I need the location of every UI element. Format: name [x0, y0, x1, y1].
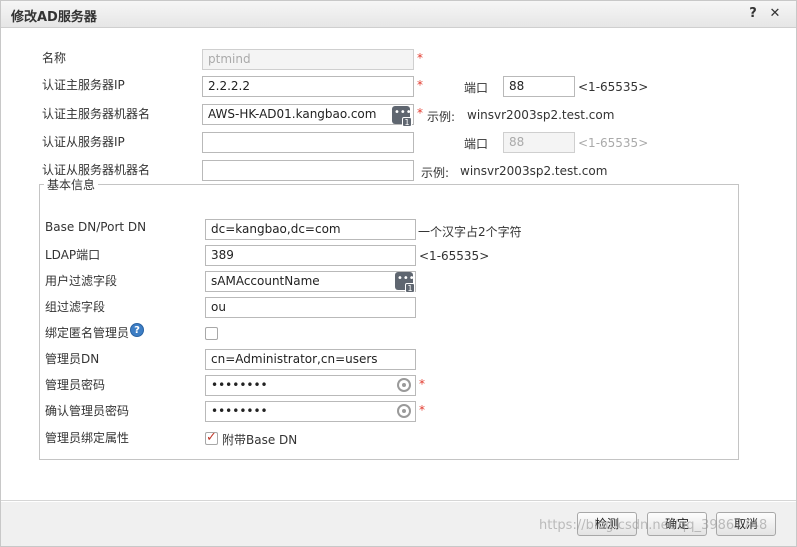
- secondary-port-label: 端口: [464, 137, 489, 151]
- confirm-password-input[interactable]: ••••••••: [205, 401, 416, 422]
- admin-password-required-mark: *: [419, 377, 425, 391]
- watermark-text: https://blog.csdn.net/qq_39867748: [539, 518, 768, 533]
- secondary-ip-input[interactable]: [202, 132, 414, 153]
- user-filter-select-icon[interactable]: ••• 1: [395, 272, 415, 293]
- secondary-port-range-hint: <1-65535>: [578, 136, 649, 150]
- dialog-titlebar: 修改AD服务器 ? ✕: [1, 1, 796, 28]
- basic-info-legend: 基本信息: [47, 178, 96, 192]
- confirm-password-label: 确认管理员密码: [45, 404, 130, 418]
- primary-ip-required-mark: *: [417, 78, 423, 92]
- admin-password-input[interactable]: ••••••••: [205, 375, 416, 396]
- port-label: 端口: [464, 81, 489, 95]
- ldap-port-hint: <1-65535>: [419, 249, 490, 263]
- help-circle-icon[interactable]: ?: [130, 323, 144, 337]
- help-button[interactable]: ?: [745, 5, 761, 23]
- anon-admin-label: 绑定匿名管理员: [45, 326, 130, 340]
- secondary-port-input: 88: [503, 132, 575, 153]
- list-select-icon[interactable]: ••• 1: [392, 106, 412, 127]
- name-label: 名称: [42, 51, 67, 65]
- port-input[interactable]: 88: [503, 76, 575, 97]
- admin-dn-label: 管理员DN: [45, 352, 100, 366]
- primary-host-input[interactable]: AWS-HK-AD01.kangbao.com: [202, 104, 414, 125]
- user-filter-input[interactable]: sAMAccountName: [205, 271, 416, 292]
- secondary-ip-label: 认证从服务器IP: [42, 135, 125, 149]
- admin-dn-input[interactable]: cn=Administrator,cn=users: [205, 349, 416, 370]
- primary-ip-label: 认证主服务器IP: [42, 78, 125, 92]
- base-dn-input[interactable]: dc=kangbao,dc=com: [205, 219, 416, 240]
- primary-host-example-label: 示例:: [427, 110, 456, 124]
- show-confirm-password-icon[interactable]: [397, 404, 411, 418]
- edit-ad-server-dialog: 修改AD服务器 ? ✕ 名称 ptmind * 认证主服务器IP 2.2.2.2…: [0, 0, 797, 547]
- admin-password-label: 管理员密码: [45, 378, 106, 392]
- group-filter-input[interactable]: ou: [205, 297, 416, 318]
- port-range-hint: <1-65535>: [578, 80, 649, 94]
- bind-attr-option-label: 附带Base DN: [222, 433, 298, 447]
- primary-host-required-mark: *: [417, 106, 423, 120]
- user-filter-label: 用户过滤字段: [45, 274, 118, 288]
- group-filter-label: 组过滤字段: [45, 300, 106, 314]
- base-dn-label: Base DN/Port DN: [45, 220, 147, 234]
- primary-host-label: 认证主服务器机器名: [42, 107, 151, 121]
- confirm-password-required-mark: *: [419, 403, 425, 417]
- bind-attr-label: 管理员绑定属性: [45, 431, 130, 445]
- ldap-port-label: LDAP端口: [45, 248, 101, 262]
- anon-admin-checkbox[interactable]: [205, 327, 218, 340]
- dialog-title: 修改AD服务器: [11, 10, 97, 25]
- primary-ip-input[interactable]: 2.2.2.2: [202, 76, 414, 97]
- name-required-mark: *: [417, 51, 423, 65]
- ldap-port-input[interactable]: 389: [205, 245, 416, 266]
- primary-host-example-value: winsvr2003sp2.test.com: [467, 108, 615, 122]
- show-password-icon[interactable]: [397, 378, 411, 392]
- name-field: ptmind: [202, 49, 414, 70]
- base-dn-hint: 一个汉字占2个字符: [418, 225, 522, 239]
- bind-attr-checkbox[interactable]: [205, 430, 218, 445]
- close-button[interactable]: ✕: [767, 5, 783, 23]
